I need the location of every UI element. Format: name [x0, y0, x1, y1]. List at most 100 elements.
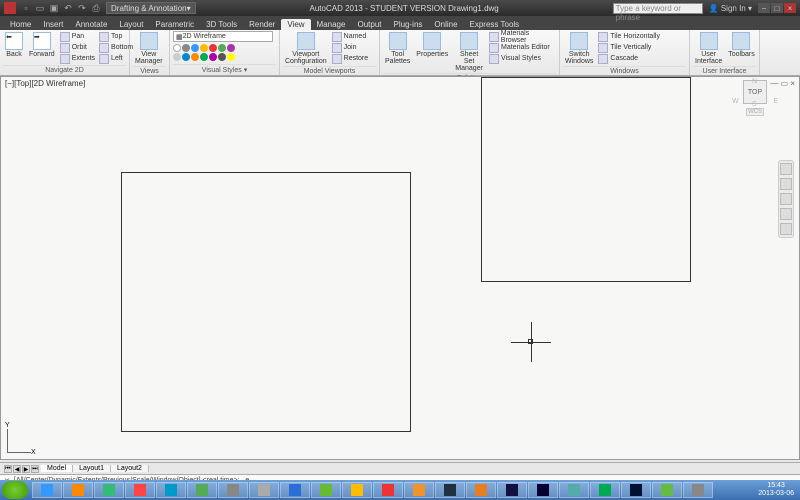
tile-v-button[interactable]: Tile Vertically — [597, 42, 661, 53]
taskbar-app-16[interactable] — [528, 482, 558, 498]
forward-button[interactable]: ➡Forward — [27, 31, 57, 59]
tile-h-button[interactable]: Tile Horizontally — [597, 31, 661, 42]
nav-orbit-icon[interactable] — [780, 208, 792, 220]
qat-open-icon[interactable]: ▭ — [34, 2, 46, 14]
materials-browser-button[interactable]: Materials Browser — [488, 31, 556, 42]
visual-style-selector[interactable]: ▦ 2D Wireframe — [173, 31, 273, 42]
taskbar-app-7[interactable] — [249, 482, 279, 498]
taskbar-app-10[interactable] — [342, 482, 372, 498]
tab-last-icon[interactable]: ⏭ — [31, 465, 39, 473]
viewcube[interactable]: N W TOP E S WCS — [730, 80, 780, 116]
taskbar-app-19[interactable] — [621, 482, 651, 498]
cascade-button[interactable]: Cascade — [597, 53, 661, 64]
ribbon-tab-view[interactable]: View — [281, 19, 310, 30]
view-bottom-button[interactable]: Bottom — [98, 42, 134, 53]
tab-prev-icon[interactable]: ◀ — [13, 465, 21, 473]
ribbon-tab-parametric[interactable]: Parametric — [149, 19, 200, 30]
visual-style-swatches[interactable] — [173, 44, 243, 61]
ribbon-tab-insert[interactable]: Insert — [37, 19, 69, 30]
ribbon-tab-online[interactable]: Online — [428, 19, 463, 30]
sign-in-link[interactable]: 👤 Sign In ▾ — [709, 4, 752, 13]
start-button[interactable] — [2, 481, 28, 499]
qat-redo-icon[interactable]: ↷ — [76, 2, 88, 14]
taskbar-app-8[interactable] — [280, 482, 310, 498]
taskbar-app-20[interactable] — [652, 482, 682, 498]
back-button[interactable]: ⬅Back — [3, 31, 25, 59]
wcs-label[interactable]: WCS — [746, 108, 764, 116]
ribbon-tab-layout[interactable]: Layout — [113, 19, 149, 30]
taskbar-app-14[interactable] — [466, 482, 496, 498]
ribbon-tab-output[interactable]: Output — [351, 19, 387, 30]
taskbar-app-3[interactable] — [125, 482, 155, 498]
ribbon-tab-home[interactable]: Home — [4, 19, 37, 30]
sheetset-button[interactable]: Sheet Set Manager — [452, 31, 486, 73]
help-search-input[interactable]: Type a keyword or phrase — [613, 3, 703, 14]
view-left-button[interactable]: Left — [98, 53, 134, 64]
taskbar-app-15[interactable] — [497, 482, 527, 498]
close-button[interactable]: × — [784, 3, 796, 13]
viewport-label[interactable]: [−][Top][2D Wireframe] — [5, 79, 85, 88]
panel-label: User Interface — [693, 66, 756, 75]
viewcube-n[interactable]: N — [752, 78, 757, 85]
drawn-rectangle-2 — [481, 77, 691, 282]
viewcube-e[interactable]: E — [773, 98, 778, 105]
switch-windows-button[interactable]: Switch Windows — [563, 31, 595, 66]
qat-new-icon[interactable]: ▫ — [20, 2, 32, 14]
taskbar-app-18[interactable] — [590, 482, 620, 498]
properties-button[interactable]: Properties — [414, 31, 450, 59]
view-top-button[interactable]: Top — [98, 31, 134, 42]
ribbon-tab-3d-tools[interactable]: 3D Tools — [200, 19, 243, 30]
qat-undo-icon[interactable]: ↶ — [62, 2, 74, 14]
ribbon-tab-manage[interactable]: Manage — [311, 19, 352, 30]
tab-next-icon[interactable]: ▶ — [22, 465, 30, 473]
vp-named-button[interactable]: Named — [331, 31, 370, 42]
tool-palettes-button[interactable]: Tool Palettes — [383, 31, 412, 66]
tab-first-icon[interactable]: ⏮ — [4, 465, 12, 473]
taskbar-app-2[interactable] — [94, 482, 124, 498]
ribbon-tab-render[interactable]: Render — [243, 19, 281, 30]
taskbar-app-12[interactable] — [404, 482, 434, 498]
nav-pan-icon[interactable] — [780, 178, 792, 190]
ribbon-tab-annotate[interactable]: Annotate — [69, 19, 113, 30]
materials-editor-button[interactable]: Materials Editor — [488, 42, 556, 53]
layout-tab-layout1[interactable]: Layout1 — [73, 465, 111, 472]
workspace-selector[interactable]: Drafting & Annotation ▾ — [106, 2, 196, 14]
orbit-button[interactable]: Orbit — [59, 42, 96, 53]
taskbar-app-17[interactable] — [559, 482, 589, 498]
taskbar-app-0[interactable] — [32, 482, 62, 498]
vp-join-button[interactable]: Join — [331, 42, 370, 53]
ribbon-tabs: HomeInsertAnnotateLayoutParametric3D Too… — [0, 16, 800, 30]
taskbar-app-1[interactable] — [63, 482, 93, 498]
taskbar-app-4[interactable] — [156, 482, 186, 498]
maximize-button[interactable]: □ — [771, 3, 783, 13]
toolbars-button[interactable]: Toolbars — [726, 31, 756, 59]
viewcube-w[interactable]: W — [732, 98, 739, 105]
extents-button[interactable]: Extents — [59, 53, 96, 64]
qat-save-icon[interactable]: ▣ — [48, 2, 60, 14]
nav-wheel-icon[interactable] — [780, 163, 792, 175]
system-clock[interactable]: 15:432013-03-06 — [754, 482, 798, 498]
taskbar-app-5[interactable] — [187, 482, 217, 498]
layout-tab-layout2[interactable]: Layout2 — [111, 465, 149, 472]
qat-print-icon[interactable]: ⎙ — [90, 2, 102, 14]
visual-styles-palette-button[interactable]: Visual Styles — [488, 53, 556, 64]
nav-showmotion-icon[interactable] — [780, 223, 792, 235]
taskbar-app-11[interactable] — [373, 482, 403, 498]
vp-restore-button[interactable]: Restore — [331, 53, 370, 64]
taskbar-app-6[interactable] — [218, 482, 248, 498]
view-manager-button[interactable]: View Manager — [133, 31, 165, 66]
pan-button[interactable]: Pan — [59, 31, 96, 42]
minimize-button[interactable]: − — [758, 3, 770, 13]
taskbar-app-13[interactable] — [435, 482, 465, 498]
layout-tab-model[interactable]: Model — [41, 465, 73, 472]
user-interface-button[interactable]: User Interface — [693, 31, 724, 66]
drawing-canvas[interactable]: [−][Top][2D Wireframe] — ▭ × Y X — [0, 76, 800, 460]
viewcube-s[interactable]: S — [752, 101, 757, 108]
ribbon-tab-plug-ins[interactable]: Plug-ins — [387, 19, 428, 30]
taskbar-app-21[interactable] — [683, 482, 713, 498]
viewport-config-button[interactable]: Viewport Configuration — [283, 31, 329, 66]
app-logo[interactable] — [4, 2, 16, 14]
ribbon-tab-express-tools[interactable]: Express Tools — [464, 19, 526, 30]
taskbar-app-9[interactable] — [311, 482, 341, 498]
nav-zoom-icon[interactable] — [780, 193, 792, 205]
